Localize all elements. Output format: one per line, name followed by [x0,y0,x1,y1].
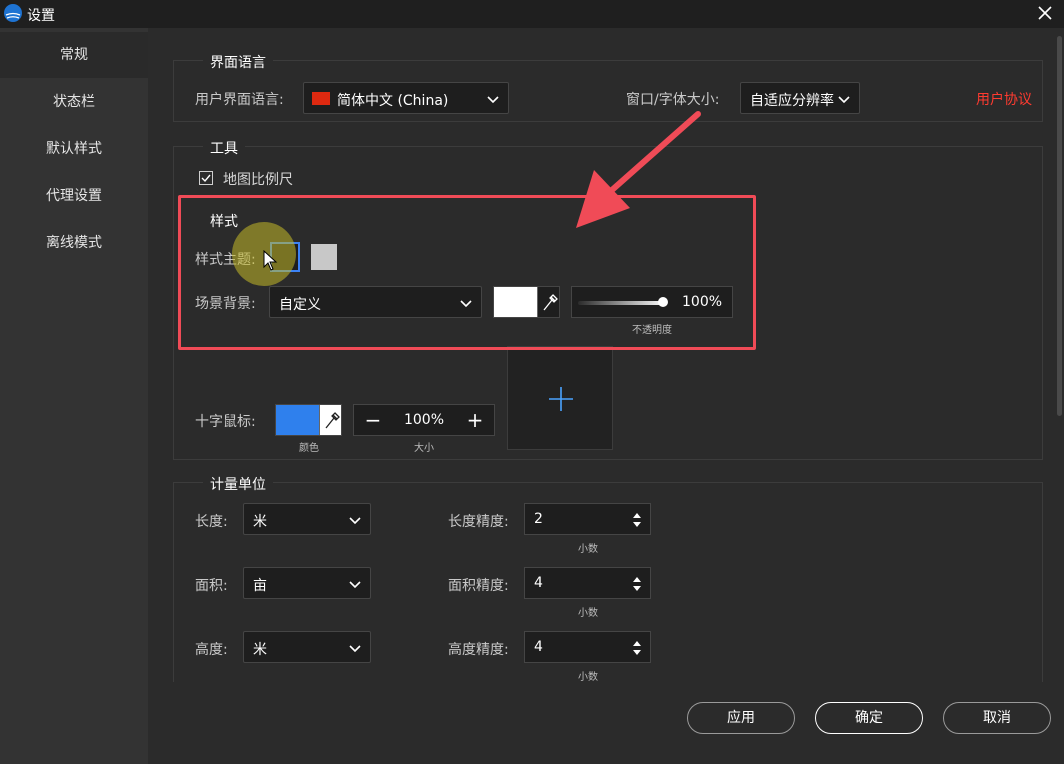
scene-bg-select-value: 自定义 [279,297,321,313]
font-size-label: 窗口/字体大小: [626,92,720,108]
cancel-button[interactable]: 取消 [943,702,1051,734]
scene-bg-select[interactable]: 自定义 [269,286,482,318]
units-section-title: 计量单位 [203,474,273,494]
sidebar-item-general[interactable]: 常规 [0,32,148,78]
length-precision-label: 长度精度: [448,514,509,530]
ok-button[interactable]: 确定 [815,702,923,734]
check-icon [201,174,211,183]
area-precision-value: 4 [534,575,543,591]
area-unit-value: 亩 [253,578,267,594]
crosshair-plus-icon [549,387,573,411]
area-precision-label: 面积精度: [448,578,509,594]
height-precision-label: 高度精度: [448,642,509,658]
eyedropper-button[interactable] [319,405,341,435]
theme-dark-swatch[interactable] [270,242,300,272]
crosshair-size-caption: 大小 [414,443,434,454]
height-label: 高度: [195,642,228,658]
length-precision-caption: 小数 [578,544,598,555]
height-precision-caption: 小数 [578,672,598,683]
sidebar-item-proxy[interactable]: 代理设置 [0,173,148,219]
opacity-knob[interactable] [658,297,668,307]
eyedropper-icon [543,294,558,311]
tools-section-title: 工具 [203,138,245,158]
footer-bar [148,684,1064,764]
crosshair-size-stepper[interactable]: − 100% + [353,404,495,436]
window-title: 设置 [27,8,55,24]
chevron-down-icon [460,300,472,308]
crosshair-color-box[interactable] [275,404,342,436]
user-agreement-link[interactable]: 用户协议 [976,89,1032,109]
chevron-down-icon [487,96,499,104]
chevron-down-icon [349,581,361,589]
vertical-scrollbar[interactable] [1055,28,1064,684]
theme-label: 样式主题: [195,252,256,268]
interface-section-title: 界面语言 [203,52,273,72]
opacity-value: 100% [682,294,723,310]
crosshair-size-value: 100% [403,412,445,428]
height-precision-spinner[interactable]: 4 [524,631,651,663]
spin-arrows-icon[interactable] [632,639,642,657]
scene-bg-label: 场景背景: [195,296,256,312]
sidebar-item-statusbar[interactable]: 状态栏 [0,79,148,125]
eyedropper-icon [325,412,340,429]
sidebar-item-offline[interactable]: 离线模式 [0,220,148,266]
spin-arrows-icon[interactable] [632,575,642,593]
font-size-select[interactable]: 自适应分辨率 [740,82,860,114]
title-bar: 设置 [0,0,1064,28]
language-label: 用户界面语言: [195,92,284,108]
sidebar: 常规 状态栏 默认样式 代理设置 离线模式 [0,28,148,764]
area-precision-caption: 小数 [578,608,598,619]
area-precision-spinner[interactable]: 4 [524,567,651,599]
opacity-track [578,301,666,305]
scrollbar-thumb[interactable] [1057,36,1062,416]
scene-color-box[interactable] [493,286,560,318]
crosshair-color-swatch [276,405,320,435]
length-precision-spinner[interactable]: 2 [524,503,651,535]
sidebar-item-default-style[interactable]: 默认样式 [0,126,148,172]
china-flag-icon [312,92,330,105]
style-section-title: 样式 [210,214,238,230]
scale-checkbox-label: 地图比例尺 [223,172,293,188]
length-label: 长度: [195,514,228,530]
apply-button[interactable]: 应用 [687,702,795,734]
font-size-select-value: 自适应分辨率 [750,93,834,109]
language-select[interactable]: 简体中文 (China) [303,82,509,114]
theme-light-swatch[interactable] [311,244,337,270]
spin-arrows-icon[interactable] [632,511,642,529]
chevron-down-icon [349,517,361,525]
scale-checkbox[interactable] [199,171,213,185]
opacity-slider[interactable]: 100% [571,286,733,318]
opacity-caption: 不透明度 [632,325,672,336]
app-logo-icon [4,4,22,22]
chevron-down-icon [349,645,361,653]
crosshair-preview [507,346,613,450]
plus-icon[interactable]: + [460,407,490,433]
height-unit-select[interactable]: 米 [243,631,371,663]
eyedropper-button[interactable] [537,287,559,317]
crosshair-color-caption: 颜色 [299,443,319,454]
close-icon[interactable] [1032,2,1058,26]
chevron-down-icon [838,96,850,104]
area-unit-select[interactable]: 亩 [243,567,371,599]
length-unit-select[interactable]: 米 [243,503,371,535]
crosshair-label: 十字鼠标: [195,414,256,430]
height-unit-value: 米 [253,642,267,658]
scene-color-swatch [494,287,538,317]
area-label: 面积: [195,578,228,594]
height-precision-value: 4 [534,639,543,655]
language-select-value: 简体中文 (China) [337,93,449,109]
length-precision-value: 2 [534,511,543,527]
length-unit-value: 米 [253,514,267,530]
